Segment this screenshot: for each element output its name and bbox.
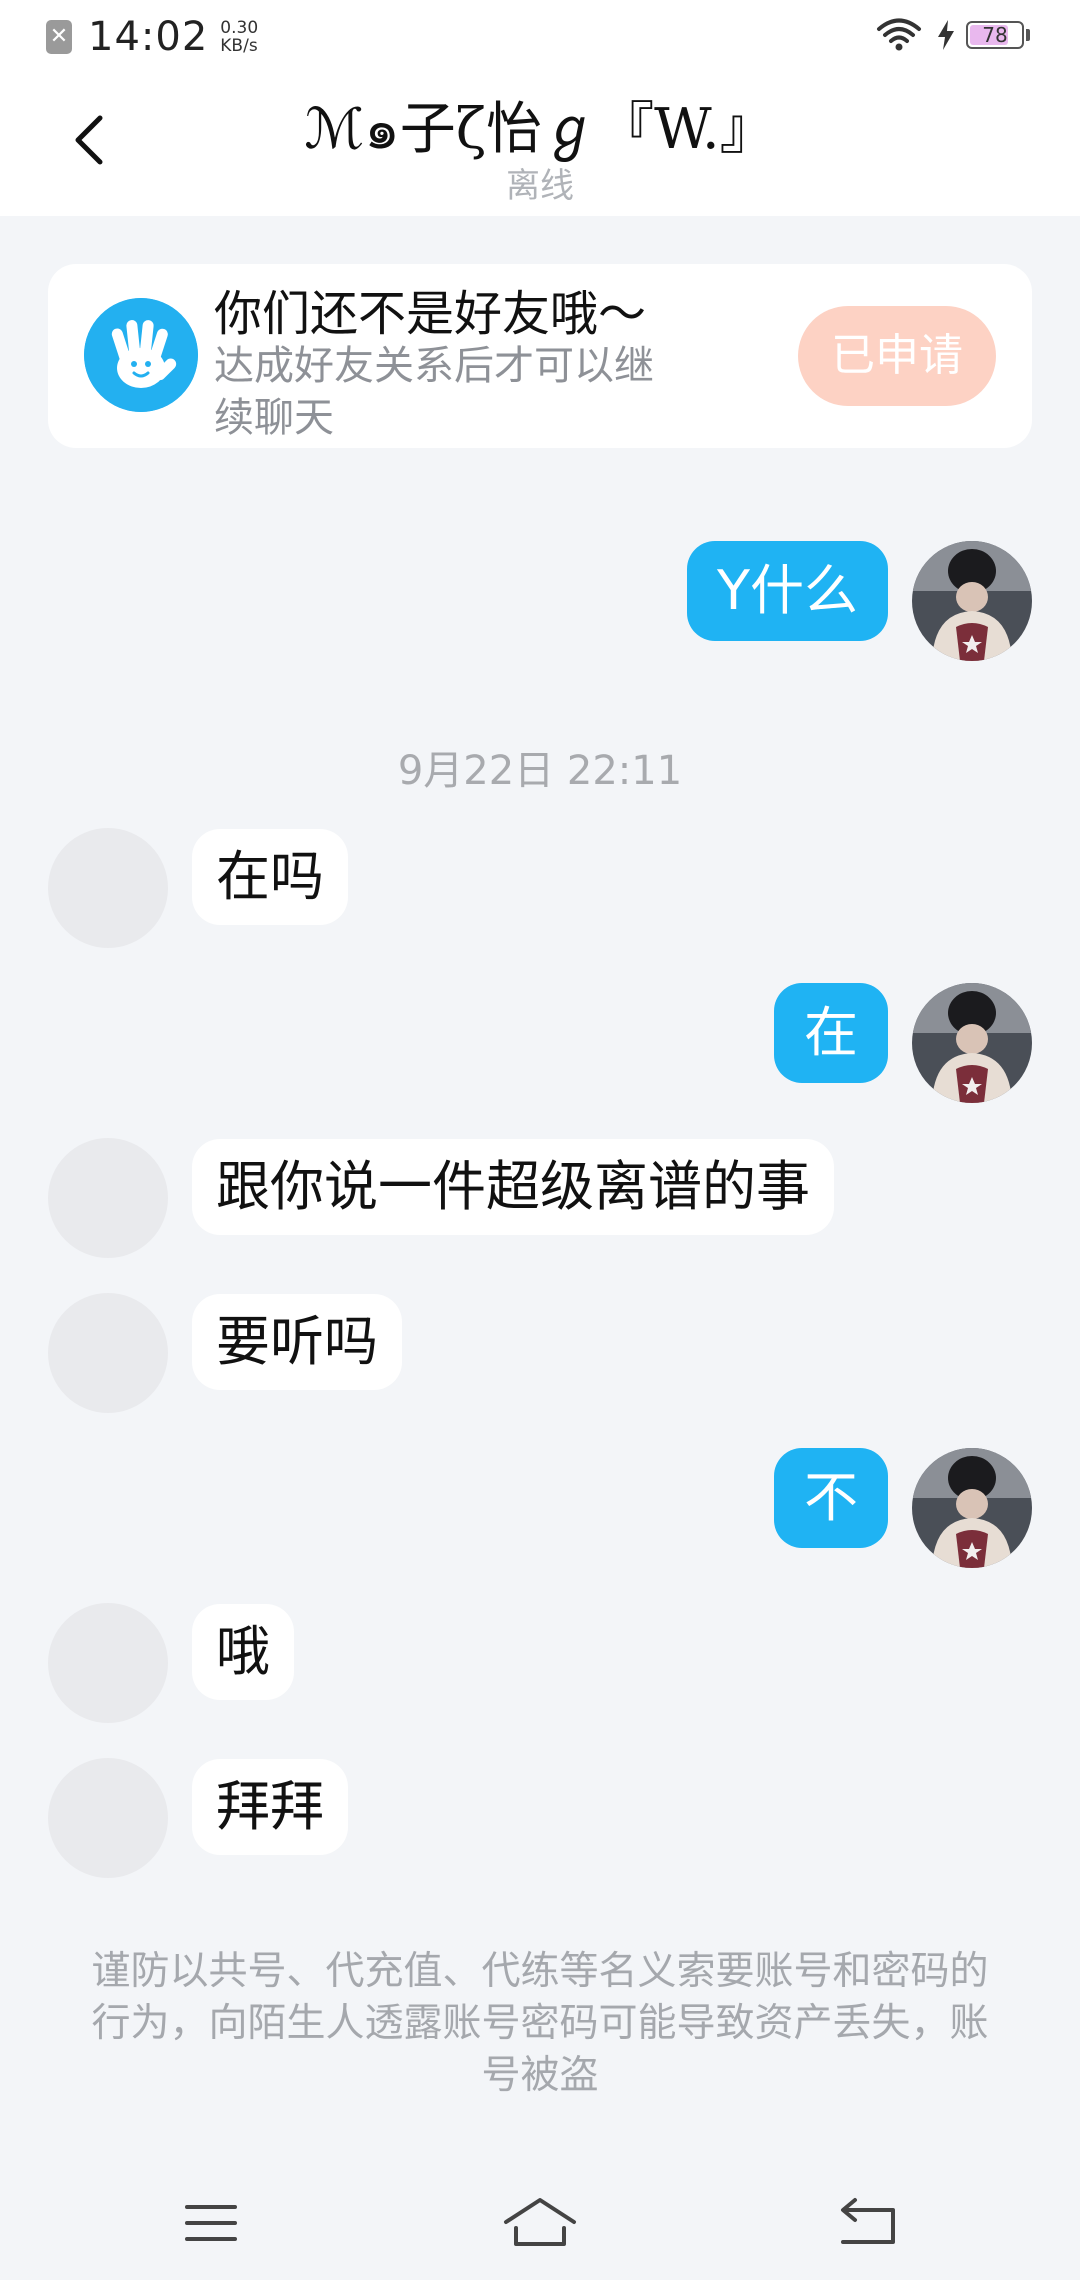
- status-bar: ✕ 14:02 0.30 KB/s 78: [0, 0, 1080, 70]
- battery-cap: [1026, 29, 1030, 41]
- message-bubble-received[interactable]: 在吗: [192, 829, 348, 925]
- friend-card-title: 你们还不是好友哦～: [214, 286, 647, 342]
- message-bubble-received[interactable]: 拜拜: [192, 1759, 348, 1855]
- close-box-icon: ✕: [46, 20, 72, 54]
- menu-icon[interactable]: [171, 2188, 251, 2258]
- avatar[interactable]: [912, 541, 1032, 661]
- waving-hand-icon: [84, 298, 198, 412]
- online-status: 离线: [506, 166, 574, 206]
- friend-status-card: 你们还不是好友哦～ 达成好友关系后才可以继续聊天 已申请: [48, 264, 1032, 448]
- wifi-icon: [877, 18, 921, 51]
- avatar[interactable]: [48, 1138, 168, 1258]
- message-bubble-sent[interactable]: Y什么: [687, 541, 888, 641]
- charging-icon: [938, 20, 954, 50]
- friend-card-description: 达成好友关系后才可以继续聊天: [214, 343, 654, 441]
- message-bubble-received[interactable]: 哦: [192, 1604, 294, 1700]
- message-timestamp: 9月22日 22:11: [397, 748, 683, 794]
- battery-level: 78: [982, 23, 1008, 47]
- message-bubble-received[interactable]: 要听吗: [192, 1294, 402, 1390]
- message-bubble-received[interactable]: 跟你说一件超级离谱的事: [192, 1139, 834, 1235]
- security-notice: 谨防以共号、代充值、代练等名义索要账号和密码的行为，向陌生人透露账号密码可能导致…: [91, 1949, 989, 2098]
- status-right: 78: [876, 18, 1030, 52]
- avatar[interactable]: [48, 1758, 168, 1878]
- avatar[interactable]: [48, 828, 168, 948]
- system-nav-bar: [0, 2160, 1080, 2280]
- battery-icon: 78: [966, 21, 1024, 49]
- network-speed-unit: KB/s: [220, 36, 258, 56]
- network-speed-value: 0.30: [220, 18, 259, 38]
- chat-header: ℳ๑子ζ怡ℊ『W.』 离线: [0, 70, 1080, 216]
- avatar[interactable]: [912, 983, 1032, 1103]
- back-icon[interactable]: [829, 2188, 909, 2258]
- applied-button[interactable]: 已申请: [798, 306, 996, 406]
- home-icon[interactable]: [500, 2188, 580, 2258]
- status-left: ✕ 14:02 0.30 KB/s: [46, 14, 258, 60]
- chevron-left-icon[interactable]: [60, 110, 120, 170]
- avatar[interactable]: [912, 1448, 1032, 1568]
- message-bubble-sent[interactable]: 在: [774, 983, 888, 1083]
- status-time: 14:02: [88, 14, 209, 60]
- network-speed: 0.30 KB/s: [220, 19, 258, 55]
- avatar[interactable]: [48, 1603, 168, 1723]
- avatar[interactable]: [48, 1293, 168, 1413]
- message-bubble-sent[interactable]: 不: [774, 1448, 888, 1548]
